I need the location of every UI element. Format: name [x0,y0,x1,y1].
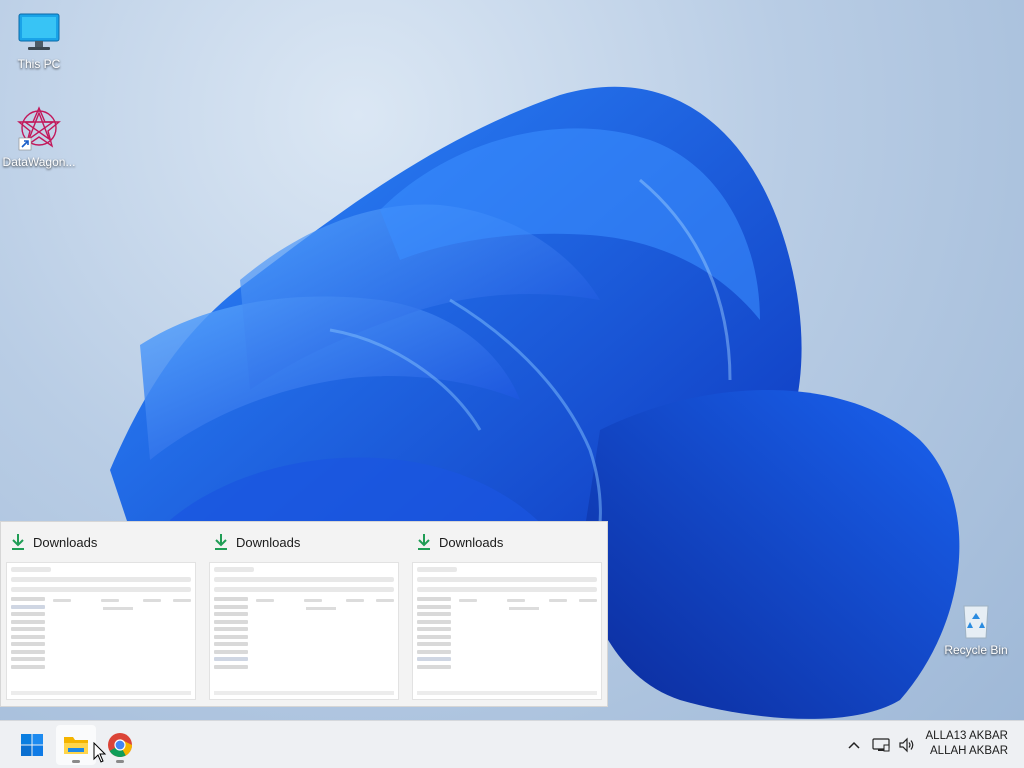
desktop-icon-label: DataWagon... [2,155,76,169]
taskbar-file-explorer-button[interactable] [56,725,96,765]
network-icon [872,738,890,752]
network-status-button[interactable] [870,733,892,757]
chevron-up-icon [848,741,860,749]
start-button[interactable] [12,725,52,765]
thumbnail-downloads-3[interactable]: Downloads [407,522,610,708]
file-explorer-icon [64,737,88,754]
thumbnail-header: Downloads [11,532,97,552]
desktop-icon-label: This PC [17,57,61,71]
system-clock[interactable]: ALLA13 AKBAR ALLAH AKBAR [926,729,1008,759]
mouse-cursor-icon [93,742,107,763]
speaker-icon [899,737,914,753]
thumbnail-downloads-1[interactable]: Downloads [1,522,204,708]
download-arrow-icon [418,534,430,550]
desktop-icon-label: Recycle Bin [944,643,1008,657]
taskbar-thumbnail-previews: Downloads Downloads Downloads [0,521,608,707]
running-indicator [116,760,124,763]
thumbnail-title: Downloads [439,534,504,550]
thumbnail-window-preview [6,562,196,700]
thumbnail-window-preview [209,562,399,700]
desktop-icon-datawagon[interactable]: DataWagon... [0,104,78,169]
tray-overflow-button[interactable] [844,733,864,757]
volume-button[interactable] [896,733,918,757]
download-arrow-icon [215,534,227,550]
thumbnail-header: Downloads [214,532,300,552]
clock-line-2: ALLAH AKBAR [930,745,1008,757]
thumbnail-title: Downloads [33,534,98,550]
thumbnail-header: Downloads [417,532,503,552]
chrome-icon [108,733,132,757]
thumbnail-window-preview [412,562,602,700]
thumbnail-downloads-2[interactable]: Downloads [204,522,407,708]
taskbar: ALLA13 AKBAR ALLAH AKBAR [0,720,1024,768]
download-arrow-icon [12,534,24,550]
thumbnail-title: Downloads [236,534,301,550]
clock-line-1: ALLA13 AKBAR [925,730,1008,742]
datawagon-shortcut-icon [17,106,61,151]
monitor-icon [18,13,60,50]
recycle-bin-icon [963,605,989,639]
desktop-icon-recycle-bin[interactable]: Recycle Bin [937,600,1015,657]
running-indicator [72,760,80,763]
windows-start-icon [21,734,43,756]
desktop-icon-this-pc[interactable]: This PC [0,10,78,71]
